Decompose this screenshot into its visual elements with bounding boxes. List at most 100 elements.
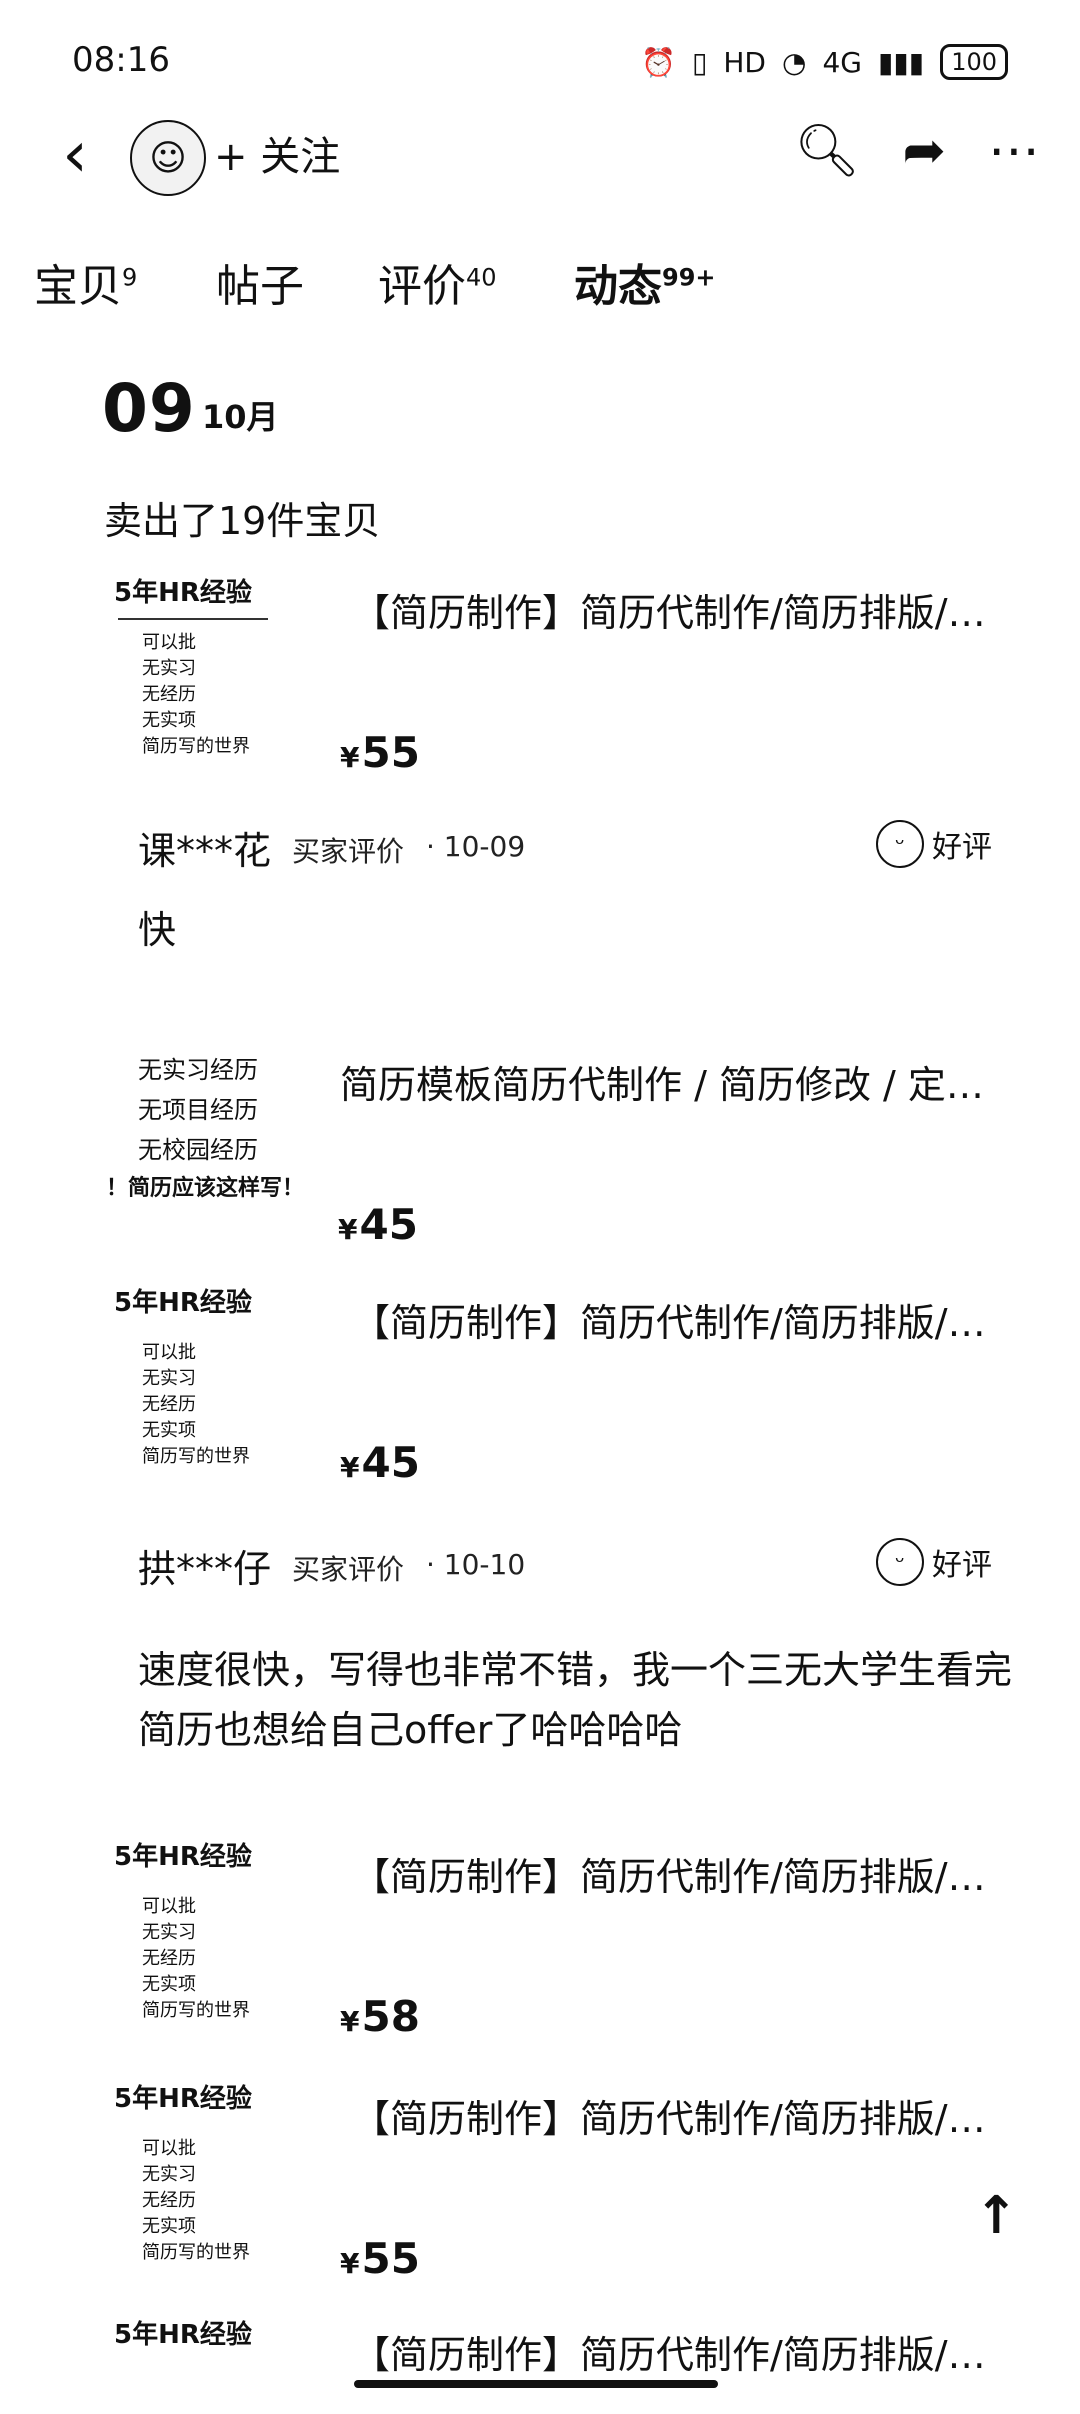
review-rating: ᵕ 好评 — [876, 820, 992, 868]
share-icon[interactable]: ➦ — [902, 121, 946, 181]
tab-label: 评价 — [378, 261, 466, 312]
vibrate-icon: ▯ — [691, 45, 708, 79]
product-item[interactable]: 5年HR经验 可以批 无实习 无经历 无实项 简历写的世界 【简历制作】简历代制… — [112, 1278, 1032, 1488]
thumb-line: 可以批 — [142, 1342, 196, 1363]
product-thumbnail: 5年HR经验 可以批 无实习 无经历 无实项 简历写的世界 — [112, 1832, 302, 2032]
sold-summary: 卖出了19件宝贝 — [104, 499, 381, 543]
price-value: 55 — [361, 728, 420, 777]
tab-pingjia[interactable]: 评价40 — [378, 250, 497, 314]
currency-symbol: ¥ — [340, 2247, 360, 2280]
currency-symbol: ¥ — [340, 741, 360, 774]
rating-label: 好评 — [932, 1548, 992, 1583]
currency-symbol: ¥ — [338, 1213, 358, 1246]
smile-face-icon: ᵕ — [876, 1538, 924, 1586]
alarm-icon: ⏰ — [641, 45, 676, 79]
product-title: 【简历制作】简历代制作/简历排版/… — [352, 2097, 986, 2141]
thumb-line: 可以批 — [142, 632, 196, 653]
thumb-line: 无实项 — [142, 1974, 196, 1995]
scroll-to-top-button[interactable]: ↑ — [974, 2186, 1018, 2246]
thumb-title: 5年HR经验 — [114, 2320, 252, 2350]
product-item[interactable]: 5年HR经验 可以批 无实习 无经历 无实项 简历写的世界 【简历制作】简历代制… — [112, 1832, 1032, 2042]
product-price: ¥45 — [338, 1200, 418, 1249]
thumb-line: 可以批 — [142, 1896, 196, 1917]
thumb-line: ！简历应该这样写！ — [106, 1176, 305, 1201]
thumb-line: 简历写的世界 — [142, 2000, 250, 2021]
tab-count: 40 — [466, 263, 497, 292]
thumb-title: 5年HR经验 — [114, 1842, 252, 1872]
thumb-title: 5年HR经验 — [114, 2084, 252, 2114]
review-date: · 10-10 — [426, 1548, 526, 1581]
rating-label: 好评 — [932, 830, 992, 865]
review-label: 买家评价 — [292, 1553, 405, 1586]
follow-button[interactable]: + 关注 — [214, 124, 340, 182]
tab-count: 99+ — [662, 263, 716, 292]
thumb-line: 无实项 — [142, 2216, 196, 2237]
product-item[interactable]: 5年HR经验 可以批 无实习 无经历 无实项 简历写的世界 【简历制作】简历代制… — [112, 568, 1032, 778]
thumb-title: 5年HR经验 — [114, 578, 252, 608]
tab-tiezi[interactable]: 帖子 — [216, 250, 304, 314]
network-label: 4G — [822, 45, 862, 79]
product-thumbnail: 5年HR经验 可以批 无实习 无经历 无实项 简历写的世界 — [112, 568, 302, 768]
tab-dongtai[interactable]: 动态99+ — [574, 250, 716, 314]
thumb-line: 无经历 — [142, 684, 196, 705]
thumb-line: 简历写的世界 — [142, 1446, 250, 1467]
battery-indicator: 100 — [940, 44, 1008, 80]
product-price: ¥55 — [340, 2234, 420, 2283]
thumb-line: 无实项 — [142, 1420, 196, 1441]
product-thumbnail: 5年HR经验 可以批 无实习 无经历 无实项 简历写的世界 — [112, 1278, 302, 1478]
home-indicator[interactable] — [354, 2380, 718, 2388]
thumb-line: 简历写的世界 — [142, 2242, 250, 2263]
date-month: 10月 — [202, 398, 279, 436]
thumb-line: 无实习 — [142, 1368, 196, 1389]
product-title: 【简历制作】简历代制作/简历排版/… — [352, 1301, 986, 1345]
product-item[interactable]: 无实习经历 无项目经历 无校园经历 ！简历应该这样写！ 简历模板简历代制作 / … — [102, 1040, 1022, 1250]
thumb-rule — [118, 618, 268, 620]
thumb-line: 无项目经历 — [138, 1096, 258, 1124]
tab-count: 9 — [122, 263, 138, 292]
product-thumbnail: 5年HR经验 — [112, 2310, 302, 2400]
review-user: 拱***仔 — [138, 1547, 272, 1591]
tab-baobei[interactable]: 宝贝9 — [34, 250, 137, 314]
status-icons: ⏰ ▯ HD ◔ 4G ▮▮▮ 100 — [641, 44, 1008, 80]
status-time: 08:16 — [72, 40, 170, 80]
currency-symbol: ¥ — [340, 2005, 360, 2038]
thumb-line: 简历写的世界 — [142, 736, 250, 757]
thumb-line: 无实习 — [142, 658, 196, 679]
product-title: 简历模板简历代制作 / 简历修改 / 定… — [340, 1063, 984, 1107]
thumb-line: 无实习经历 — [138, 1056, 258, 1084]
currency-symbol: ¥ — [340, 1451, 360, 1484]
product-item[interactable]: 5年HR经验 可以批 无实习 无经历 无实项 简历写的世界 【简历制作】简历代制… — [112, 2074, 1032, 2284]
price-value: 58 — [361, 1992, 420, 2041]
wifi-icon: ◔ — [782, 45, 807, 79]
thumb-title: 5年HR经验 — [114, 1288, 252, 1318]
thumb-line: 无经历 — [142, 1394, 196, 1415]
avatar[interactable]: ☺ — [130, 120, 206, 196]
review-rating: ᵕ 好评 — [876, 1538, 992, 1586]
product-title: 【简历制作】简历代制作/简历排版/… — [352, 1855, 986, 1899]
price-value: 45 — [359, 1200, 418, 1249]
chevron-left-icon: ‹ — [62, 118, 88, 192]
product-title: 【简历制作】简历代制作/简历排版/… — [352, 591, 986, 635]
review-user: 课***花 — [138, 829, 272, 873]
smile-face-icon: ᵕ — [876, 820, 924, 868]
thumb-line: 无校园经历 — [138, 1136, 258, 1164]
review-label: 买家评价 — [292, 835, 405, 868]
header-actions: 🔍︎ ➦ ⋯ — [794, 120, 1040, 182]
thumb-line: 无经历 — [142, 1948, 196, 1969]
review-text: 快 — [138, 908, 177, 952]
thumb-line: 无实习 — [142, 1922, 196, 1943]
product-thumbnail: 5年HR经验 可以批 无实习 无经历 无实项 简历写的世界 — [112, 2074, 302, 2274]
arrow-up-icon: ↑ — [974, 2186, 1018, 2246]
more-icon[interactable]: ⋯ — [988, 121, 1040, 181]
review-text: 速度很快，写得也非常不错，我一个三无大学生看完简历也想给自己offer了哈哈哈哈 — [138, 1648, 1013, 1752]
hd-icon: HD — [723, 45, 766, 79]
date-day: 09 — [102, 370, 196, 447]
search-icon[interactable]: 🔍︎ — [794, 120, 860, 181]
thumb-line: 可以批 — [142, 2138, 196, 2159]
product-price: ¥45 — [340, 1438, 420, 1487]
thumb-line: 无实习 — [142, 2164, 196, 2185]
price-value: 45 — [361, 1438, 420, 1487]
back-button[interactable]: ‹ — [40, 118, 110, 192]
tab-label: 帖子 — [216, 261, 304, 312]
price-value: 55 — [361, 2234, 420, 2283]
